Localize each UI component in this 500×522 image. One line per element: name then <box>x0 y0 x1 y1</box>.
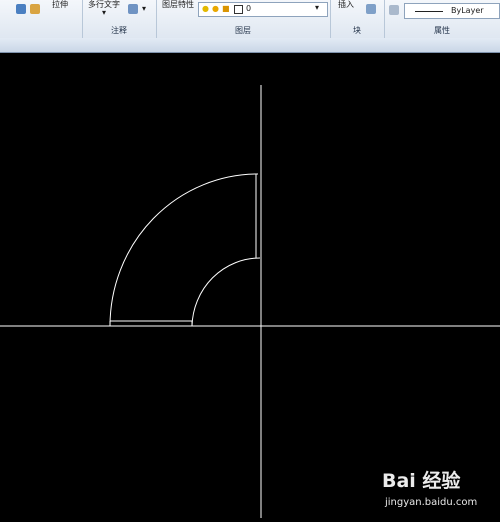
inner-arc <box>191 257 261 327</box>
insert-button[interactable]: 插入 <box>338 0 354 10</box>
outer-arc <box>109 173 259 327</box>
panel-label-properties: 属性 <box>434 26 450 35</box>
modify-panel: 拉伸 <box>0 0 83 38</box>
layer-dropdown[interactable]: ● ● ■ 0 ▾ <box>198 2 328 17</box>
panel-label-annotation: 注释 <box>111 26 127 35</box>
move-icon[interactable] <box>16 4 26 14</box>
linetype-value: ByLayer <box>451 6 484 15</box>
tag-icon[interactable] <box>366 4 376 14</box>
table-icon[interactable] <box>128 4 138 14</box>
sun-icon: ● <box>212 4 219 13</box>
watermark-logo: Bai 经验 <box>382 470 461 492</box>
current-layer-value: 0 <box>246 4 252 13</box>
line-preview <box>415 11 443 12</box>
color-swatch <box>234 5 243 14</box>
linetype-dropdown[interactable]: ByLayer <box>404 3 500 19</box>
annotation-panel: 多行文字 ▾ ▾ 注释 <box>82 0 157 38</box>
stretch-button[interactable]: 拉伸 <box>52 0 68 10</box>
block-panel: 插入 块 <box>330 0 385 38</box>
match-properties-icon[interactable] <box>389 5 399 15</box>
drawing-svg <box>0 85 500 518</box>
panel-label-block: 块 <box>353 26 361 35</box>
chevron-down-icon[interactable]: ▾ <box>102 8 106 17</box>
panel-label-layer: 图层 <box>235 26 251 35</box>
ribbon: 拉伸 多行文字 ▾ ▾ 注释 图层特性 图层 ● ● ■ 0 ▾ 插入 块 属性… <box>0 0 500 39</box>
layer-properties-button[interactable]: 图层特性 <box>162 0 194 10</box>
scale-icon[interactable] <box>30 4 40 14</box>
drawing-canvas[interactable] <box>0 53 500 518</box>
chevron-down-icon[interactable]: ▾ <box>315 3 319 12</box>
lightbulb-icon: ● <box>202 4 209 13</box>
lock-icon: ■ <box>222 4 230 13</box>
ribbon-collapse-strip <box>0 38 500 53</box>
watermark-url: jingyan.baidu.com <box>385 497 478 508</box>
chevron-down-icon[interactable]: ▾ <box>142 4 146 13</box>
